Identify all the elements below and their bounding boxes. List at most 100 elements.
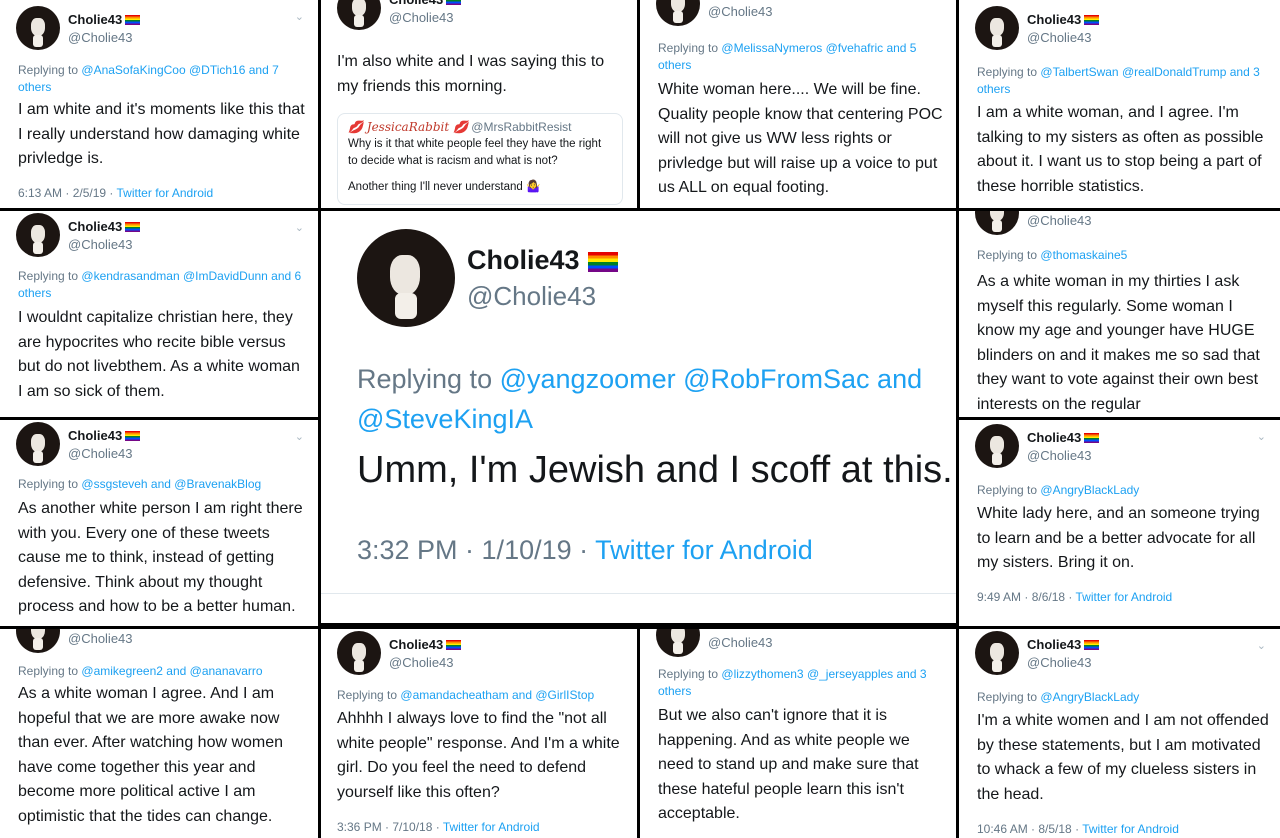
handle[interactable]: @Cholie43 — [1027, 448, 1099, 464]
tweet-tile[interactable]: Cholie43 @Cholie43 Replying to @amandach… — [321, 629, 637, 838]
tweet-tile[interactable]: @Cholie43 Replying to @thomaskaine5 As a… — [959, 211, 1280, 417]
dog-avatar-icon[interactable] — [16, 629, 60, 653]
reply-context: Replying to @thomaskaine5 — [977, 248, 1128, 262]
tweet-text: As another white person I am right there… — [18, 500, 303, 615]
tweet-text: White woman here.... We will be fine. Qu… — [658, 81, 943, 196]
quote-text: Why is it that white people feel they ha… — [348, 138, 602, 168]
chevron-down-icon[interactable]: ⌄ — [295, 430, 304, 443]
timestamp[interactable]: 3:32 PM · 1/10/19 · — [357, 535, 595, 565]
display-name[interactable]: Cholie43 — [1027, 637, 1081, 652]
chevron-down-icon[interactable]: ⌄ — [295, 10, 304, 23]
tweet-tile[interactable]: @Cholie43 Replying to @MelissaNymeros @f… — [640, 0, 956, 208]
display-name[interactable]: Cholie43 — [68, 428, 122, 443]
chevron-down-icon[interactable]: ⌄ — [1257, 430, 1266, 443]
tweet-tile[interactable]: Cholie43 @Cholie43 Replying to @TalbertS… — [959, 0, 1280, 208]
dog-avatar-icon[interactable] — [975, 211, 1019, 235]
tweet-meta: 6:13 AM · 2/5/19 · Twitter for Android — [18, 186, 213, 200]
dog-avatar-icon[interactable] — [975, 631, 1019, 675]
handle[interactable]: @Cholie43 — [467, 281, 596, 312]
tweet-text: I'm a white women and I am not offended … — [977, 712, 1269, 803]
handle[interactable]: @Cholie43 — [1027, 213, 1092, 229]
tweet-tile[interactable]: Cholie43 @Cholie43 ⌄ Replying to @AngryB… — [959, 420, 1280, 626]
reply-context: Replying to @ssgsteveh and @BravenakBlog — [18, 477, 262, 491]
rainbow-flag-icon — [446, 0, 462, 5]
handle[interactable]: @Cholie43 — [708, 4, 773, 20]
tweet-tile[interactable]: Cholie43 @Cholie43 ⌄ Replying to @AnaSof… — [0, 0, 318, 208]
reply-context: Replying to @AngryBlackLady — [977, 690, 1140, 704]
dog-avatar-icon[interactable] — [656, 629, 700, 657]
reply-mentions[interactable]: @amandacheatham and @GirlIStop — [400, 688, 594, 702]
dog-avatar-icon[interactable] — [16, 213, 60, 257]
tweet-tile[interactable]: @Cholie43 Replying to @amikegreen2 and @… — [0, 629, 318, 838]
source-link[interactable]: Twitter for Android — [595, 535, 813, 565]
tweet-text: I'm also white and I was saying this to … — [337, 53, 605, 95]
display-name[interactable]: Cholie43 — [389, 0, 443, 7]
dog-avatar-icon[interactable] — [975, 6, 1019, 50]
chevron-down-icon[interactable]: ⌄ — [295, 221, 304, 234]
tweet-text: I am white and it's moments like this th… — [18, 101, 305, 167]
handle[interactable]: @Cholie43 — [389, 10, 461, 26]
reply-mentions[interactable]: @ssgsteveh and @BravenakBlog — [81, 477, 261, 491]
quoted-tweet[interactable]: 💋 JessicaRabbit 💋 @MrsRabbitResist Why i… — [337, 113, 623, 205]
tweet-text: White lady here, and an someone trying t… — [977, 505, 1260, 571]
display-name[interactable]: Cholie43 — [389, 637, 443, 652]
display-name[interactable]: Cholie43 — [1027, 12, 1081, 27]
tweet-meta: 3:36 PM · 7/10/18 · Twitter for Android — [337, 820, 540, 834]
quote-text-2: Another thing I'll never understand 🤷‍♀️ — [348, 180, 541, 193]
handle[interactable]: @Cholie43 — [389, 655, 461, 671]
rainbow-flag-icon — [587, 251, 618, 272]
dog-avatar-icon[interactable] — [357, 229, 455, 327]
dog-avatar-icon[interactable] — [337, 0, 381, 30]
rainbow-flag-icon — [1084, 639, 1100, 650]
display-name[interactable]: Cholie43 — [68, 12, 122, 27]
timestamp[interactable]: 3:36 PM · 7/10/18 · — [337, 820, 443, 834]
reply-mentions[interactable]: @amikegreen2 and @ananavarro — [81, 664, 262, 678]
source-link[interactable]: Twitter for Android — [117, 186, 214, 200]
reply-mentions[interactable]: @thomaskaine5 — [1040, 248, 1127, 262]
display-name[interactable]: Cholie43 — [68, 219, 122, 234]
tweet-text: As a white woman I agree. And I am hopef… — [18, 685, 284, 825]
chevron-down-icon[interactable]: ⌄ — [1257, 639, 1266, 652]
handle[interactable]: @Cholie43 — [68, 631, 133, 647]
reply-context: Replying to @amandacheatham and @GirlISt… — [337, 688, 595, 702]
handle[interactable]: @Cholie43 — [68, 30, 140, 46]
tweet-tile[interactable]: Cholie43 @Cholie43 ⌄ Replying to @ssgste… — [0, 420, 318, 626]
dog-avatar-icon[interactable] — [656, 0, 700, 26]
handle[interactable]: @Cholie43 — [68, 237, 140, 253]
tweet-text: But we also can't ignore that it is happ… — [658, 707, 919, 822]
tweet-tile[interactable]: Cholie43 @Cholie43 I'm also white and I … — [321, 0, 637, 208]
dog-avatar-icon[interactable] — [16, 6, 60, 50]
reply-mentions[interactable]: @AngryBlackLady — [1040, 690, 1139, 704]
display-name[interactable]: Cholie43 — [1027, 430, 1081, 445]
tweet-tile[interactable]: Cholie43 @Cholie43 ⌄ Replying to @AngryB… — [959, 629, 1280, 838]
reply-context: Replying to @lizzythomen3 @_jerseyapples… — [658, 667, 927, 699]
rainbow-flag-icon — [125, 14, 141, 25]
handle[interactable]: @Cholie43 — [1027, 30, 1099, 46]
source-link[interactable]: Twitter for Android — [1076, 590, 1173, 604]
timestamp[interactable]: 9:49 AM · 8/6/18 · — [977, 590, 1076, 604]
tweet-tile[interactable]: Cholie43 @Cholie43 ⌄ Replying to @kendra… — [0, 211, 318, 417]
featured-tweet[interactable]: Cholie43 @Cholie43 Replying to @yangzoom… — [321, 211, 956, 623]
rainbow-flag-icon — [125, 430, 141, 441]
reply-context: Replying to @kendrasandman @ImDavidDunn … — [18, 269, 302, 301]
rainbow-flag-icon — [446, 639, 462, 650]
display-name[interactable]: Cholie43 — [467, 245, 580, 275]
handle[interactable]: @Cholie43 — [1027, 655, 1099, 671]
dog-avatar-icon[interactable] — [337, 631, 381, 675]
source-link[interactable]: Twitter for Android — [1082, 822, 1179, 836]
timestamp[interactable]: 10:46 AM · 8/5/18 · — [977, 822, 1082, 836]
tweet-tile[interactable]: @Cholie43 Replying to @lizzythomen3 @_je… — [640, 629, 956, 838]
reply-mentions[interactable]: @AngryBlackLady — [1040, 483, 1139, 497]
reply-context: Replying to @TalbertSwan @realDonaldTrum… — [977, 65, 1260, 97]
tweet-text: I am a white woman, and I agree. I'm tal… — [977, 104, 1264, 195]
handle[interactable]: @Cholie43 — [708, 635, 773, 651]
tweet-text: As a white woman in my thirties I ask my… — [977, 273, 1260, 413]
dog-avatar-icon[interactable] — [16, 422, 60, 466]
tweet-meta: 3:32 PM · 1/10/19 · Twitter for Android — [357, 535, 813, 566]
dog-avatar-icon[interactable] — [975, 424, 1019, 468]
reply-context: Replying to @AngryBlackLady — [977, 483, 1140, 497]
handle[interactable]: @Cholie43 — [68, 446, 140, 462]
timestamp[interactable]: 6:13 AM · 2/5/19 · — [18, 186, 117, 200]
source-link[interactable]: Twitter for Android — [443, 820, 540, 834]
tweet-text: Umm, I'm Jewish and I scoff at this. — [357, 449, 953, 491]
